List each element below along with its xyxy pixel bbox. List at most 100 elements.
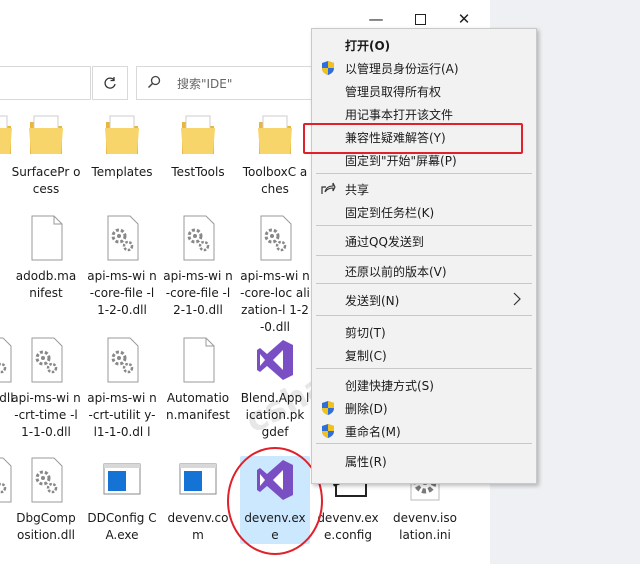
menu-item-label: 共享 bbox=[345, 183, 370, 197]
file-item[interactable]: Blend.App lication.pk gdef bbox=[240, 336, 310, 441]
gear-file-icon bbox=[255, 214, 295, 262]
file-label: DDConfig CA.exe bbox=[87, 511, 157, 542]
gear-file-icon bbox=[26, 336, 66, 384]
menu-item-send-to[interactable]: 发送到(N) bbox=[312, 289, 536, 311]
file-item[interactable]: api-ms-wi n-crt-utilit y-l1-1-0.dl l bbox=[87, 336, 157, 441]
gear-file-icon bbox=[102, 336, 142, 384]
folder-icon bbox=[26, 110, 66, 158]
file-item[interactable]: api-ms-wi n-core-file -l1-2-0.dll bbox=[87, 214, 157, 319]
file-label: devenv.iso lation.ini bbox=[392, 511, 457, 542]
file-label: ToolboxC aches bbox=[242, 165, 308, 196]
menu-item-take-own[interactable]: 管理员取得所有权 bbox=[312, 80, 536, 102]
file-item[interactable]: Automatio n.manifest bbox=[163, 336, 233, 424]
menu-item-label: 剪切(T) bbox=[345, 326, 386, 340]
menu-item-label: 复制(C) bbox=[345, 349, 387, 363]
chevron-right-icon bbox=[513, 292, 521, 306]
menu-separator bbox=[316, 283, 532, 284]
gear-file-icon bbox=[178, 214, 218, 262]
file-label: Automatio n.manifest bbox=[166, 391, 230, 422]
menu-item-label: 属性(R) bbox=[345, 455, 387, 469]
file-item[interactable]: SurfacePr ocess bbox=[11, 110, 81, 198]
context-menu: 打开(O) 以管理员身份运行(A) 管理员取得所有权 用记事本打开该文件 兼容性疑难解答… bbox=[311, 28, 537, 484]
shield-icon bbox=[322, 401, 334, 415]
file-item[interactable]: devenv.co m bbox=[163, 456, 233, 544]
menu-item-label: 固定到"开始"屏幕(P) bbox=[345, 154, 457, 168]
folder-icon bbox=[178, 110, 218, 158]
menu-separator bbox=[316, 443, 532, 444]
menu-item-rename[interactable]: 重命名(M) bbox=[312, 420, 536, 442]
address-bar[interactable] bbox=[0, 66, 91, 100]
share-icon bbox=[321, 182, 336, 194]
file-label: adodb.ma nifest bbox=[15, 269, 77, 300]
menu-item-label: 用记事本打开该文件 bbox=[345, 108, 454, 122]
menu-item-label: 创建快捷方式(S) bbox=[345, 379, 434, 393]
menu-item-restore[interactable]: 还原以前的版本(V) bbox=[312, 260, 536, 282]
menu-separator bbox=[316, 173, 532, 174]
menu-item-label: 删除(D) bbox=[345, 402, 388, 416]
menu-separator bbox=[316, 255, 532, 256]
file-label: Blend.App lication.pk gdef bbox=[240, 391, 310, 439]
file-label: Templates bbox=[91, 165, 153, 179]
menu-item-run-as-admin[interactable]: 以管理员身份运行(A) bbox=[312, 57, 536, 79]
file-item[interactable]: Templates bbox=[87, 110, 157, 181]
search-icon bbox=[147, 75, 161, 89]
file-item[interactable]: api-ms-wi n-core-loc alization-l 1-2-0.d… bbox=[240, 214, 310, 336]
file-item[interactable]: DbgComp osition.dll bbox=[11, 456, 81, 544]
menu-item-label: 固定到任务栏(K) bbox=[345, 206, 435, 220]
menu-item-share[interactable]: 共享 bbox=[312, 178, 536, 200]
file-label: DbgComp osition.dll bbox=[16, 511, 76, 542]
annotation-highlight bbox=[303, 123, 523, 154]
menu-item-label: 管理员取得所有权 bbox=[345, 85, 442, 99]
document-icon bbox=[178, 336, 218, 384]
shield-icon bbox=[322, 61, 334, 75]
menu-separator bbox=[316, 315, 532, 316]
menu-separator bbox=[316, 368, 532, 369]
menu-item-label: 还原以前的版本(V) bbox=[345, 265, 447, 279]
menu-separator bbox=[316, 225, 532, 226]
menu-item-send-qq[interactable]: 通过QQ发送到 bbox=[312, 230, 536, 252]
refresh-button[interactable] bbox=[92, 66, 128, 100]
file-item[interactable]: adodb.ma nifest bbox=[11, 214, 81, 302]
annotation-circle bbox=[227, 447, 323, 555]
shield-icon bbox=[322, 424, 334, 438]
menu-item-label: 通过QQ发送到 bbox=[345, 235, 424, 249]
file-label: api-ms-wi n-core-loc alization-l 1-2-0.d… bbox=[240, 269, 310, 334]
file-label: api-ms-wi n-crt-time -l1-1-0.dll bbox=[11, 391, 81, 439]
folder-icon bbox=[102, 110, 142, 158]
file-label: SurfacePr ocess bbox=[11, 165, 81, 196]
file-item[interactable]: api-ms-wi n-core-file -l2-1-0.dll bbox=[163, 214, 233, 319]
file-item[interactable]: ToolboxC aches bbox=[240, 110, 310, 198]
file-label: api-ms-wi n-core-file -l1-2-0.dll bbox=[87, 269, 157, 317]
menu-item-shortcut[interactable]: 创建快捷方式(S) bbox=[312, 374, 536, 396]
menu-item-label: 重命名(M) bbox=[345, 425, 401, 439]
menu-item-properties[interactable]: 属性(R) bbox=[312, 450, 536, 472]
app-window-icon bbox=[178, 456, 218, 504]
maximize-icon bbox=[414, 13, 426, 25]
search-input[interactable]: 搜索"IDE" bbox=[136, 66, 328, 100]
menu-item-open[interactable]: 打开(O) bbox=[312, 34, 536, 56]
menu-item-label: 发送到(N) bbox=[345, 294, 400, 308]
file-item[interactable]: TestTools bbox=[163, 110, 233, 181]
menu-item-delete[interactable]: 删除(D) bbox=[312, 397, 536, 419]
file-item[interactable]: api-ms-wi n-crt-time -l1-1-0.dll bbox=[11, 336, 81, 441]
file-label: api-ms-wi n-core-file -l2-1-0.dll bbox=[163, 269, 233, 317]
app-window-icon bbox=[102, 456, 142, 504]
menu-item-notepad[interactable]: 用记事本打开该文件 bbox=[312, 103, 536, 125]
search-placeholder: 搜索"IDE" bbox=[177, 77, 233, 91]
refresh-icon bbox=[104, 77, 116, 89]
folder-icon bbox=[255, 110, 295, 158]
gear-file-icon bbox=[26, 456, 66, 504]
menu-item-pin-taskbar[interactable]: 固定到任务栏(K) bbox=[312, 201, 536, 223]
file-label: TestTools bbox=[171, 165, 225, 179]
menu-item-label: 以管理员身份运行(A) bbox=[345, 62, 459, 76]
menu-item-label: 打开(O) bbox=[345, 39, 391, 53]
gear-file-icon bbox=[102, 214, 142, 262]
file-label: api-ms-wi n-crt-utilit y-l1-1-0.dl l bbox=[87, 391, 157, 439]
vs-logo-icon bbox=[255, 336, 295, 384]
menu-item-copy[interactable]: 复制(C) bbox=[312, 344, 536, 366]
file-label: devenv.co m bbox=[167, 511, 229, 542]
document-icon bbox=[26, 214, 66, 262]
file-label: devenv.ex e.config bbox=[317, 511, 379, 542]
file-item[interactable]: DDConfig CA.exe bbox=[87, 456, 157, 544]
menu-item-cut[interactable]: 剪切(T) bbox=[312, 321, 536, 343]
